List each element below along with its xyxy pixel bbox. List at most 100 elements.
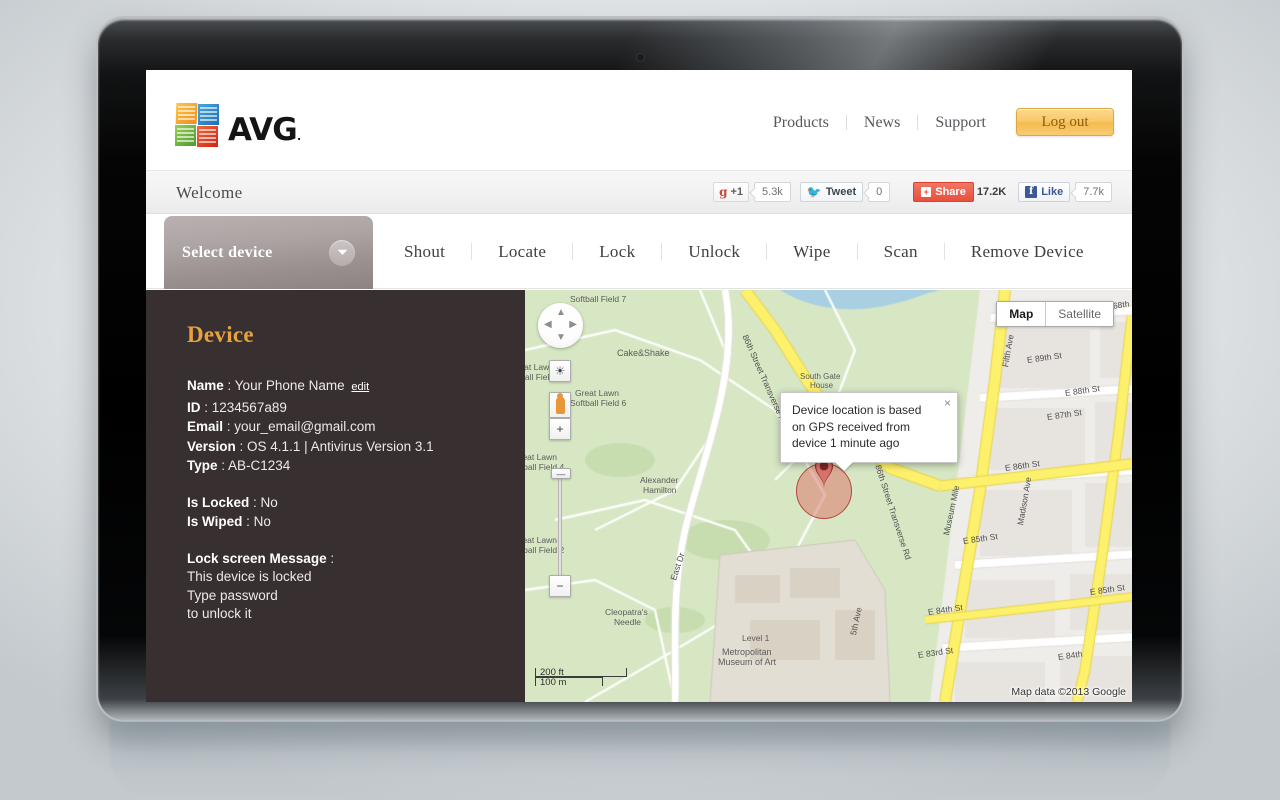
share-count: 17.2K xyxy=(976,186,1007,198)
avg-wordmark: AVG xyxy=(228,112,298,148)
tab-shout[interactable]: Shout xyxy=(378,242,473,260)
device-field-name: Name : Your Phone Name edit xyxy=(187,378,370,393)
tab-scan[interactable]: Scan xyxy=(858,242,945,260)
map-zoom-control[interactable]: ☀ + — − xyxy=(549,360,571,597)
select-device-dropdown[interactable]: Select device xyxy=(164,216,373,289)
generic-share[interactable]: + Share 17.2K xyxy=(913,182,1009,202)
lock-message-line-3: to unlock it xyxy=(187,606,252,621)
welcome-title: Welcome xyxy=(176,183,243,202)
logo-quadrant-orange xyxy=(175,103,198,124)
google-plus-share[interactable]: g +1 5.3k xyxy=(713,182,791,202)
map-info-window: × Device location is based on GPS receiv… xyxy=(780,392,958,463)
device-field-email-label: Email xyxy=(187,419,224,434)
device-status-is-wiped: Is Wiped : No xyxy=(187,514,271,529)
share-plus-icon: + xyxy=(921,187,932,197)
browser-viewport: AVG. Products News Support Log out Welco… xyxy=(146,70,1132,702)
content-area: Device Name : Your Phone Name edit ID : … xyxy=(146,290,1132,702)
site-header: AVG. Products News Support Log out xyxy=(146,70,1132,170)
avg-logo[interactable]: AVG. xyxy=(175,103,301,149)
tab-wipe[interactable]: Wipe xyxy=(767,242,858,260)
lock-message-line-1: This device is locked xyxy=(187,569,312,584)
close-icon[interactable]: × xyxy=(944,397,951,409)
is-wiped-label: Is Wiped xyxy=(187,514,243,529)
tab-unlock[interactable]: Unlock xyxy=(662,242,768,260)
is-locked-label: Is Locked xyxy=(187,494,250,510)
select-device-label: Select device xyxy=(182,243,273,261)
zoom-slider-thumb[interactable]: — xyxy=(551,468,571,479)
google-plus-icon: g xyxy=(719,184,728,199)
logo-quadrant-blue xyxy=(198,104,219,125)
nav-link-products[interactable]: Products xyxy=(756,114,847,130)
tweet-button[interactable]: 🐦 Tweet xyxy=(799,182,864,202)
location-map[interactable]: Softball Field 7Cake&ShakeGreat LawnSoft… xyxy=(525,290,1132,702)
scale-meters-bar: 100 m xyxy=(535,677,604,688)
map-attribution: Map data ©2013 Google xyxy=(1011,686,1126,698)
avg-logo-text: AVG. xyxy=(228,112,301,149)
scale-meters-label: 100 m xyxy=(540,677,567,688)
lock-screen-message-heading: Lock screen Message : xyxy=(187,550,335,566)
tab-remove-device[interactable]: Remove Device xyxy=(945,243,1110,260)
chevron-down-icon[interactable] xyxy=(329,239,355,266)
zoom-slider-track[interactable]: — xyxy=(551,468,571,575)
google-plus-button[interactable]: g +1 xyxy=(713,182,750,202)
map-pan-control[interactable]: ▲ ▼ ◀ ▶ xyxy=(538,303,583,348)
map-type-map-button[interactable]: Map xyxy=(997,302,1047,326)
pan-down-icon[interactable]: ▼ xyxy=(556,333,566,343)
device-field-id-value: 1234567a89 xyxy=(211,399,287,415)
lock-message-line-2: Type password xyxy=(187,587,278,603)
tablet-device: AVG. Products News Support Log out Welco… xyxy=(98,18,1182,720)
logo-quadrant-green xyxy=(175,125,196,146)
share-label: Share xyxy=(935,185,966,198)
social-share-bar: g +1 5.3k 🐦 Tweet 0 + Share 17.2K f Like… xyxy=(713,182,1112,202)
facebook-share[interactable]: f Like 7.7k xyxy=(1018,182,1112,202)
logout-button[interactable]: Log out xyxy=(1016,108,1114,136)
device-field-version-value: OS 4.1.1 | Antivirus Version 3.1 xyxy=(247,438,434,454)
share-button[interactable]: + Share xyxy=(913,182,974,202)
device-field-email: Email : your_email@gmail.com xyxy=(187,419,376,434)
twitter-share[interactable]: 🐦 Tweet 0 xyxy=(799,182,891,202)
tab-locate[interactable]: Locate xyxy=(472,242,574,260)
device-field-type: Type : AB-C1234 xyxy=(187,458,291,473)
zoom-in-button[interactable]: + xyxy=(549,418,571,440)
device-field-version-label: Version xyxy=(187,438,236,454)
device-field-name-value: Your Phone Name xyxy=(234,378,345,393)
pan-right-icon[interactable]: ▶ xyxy=(569,320,577,330)
top-navigation: Products News Support Log out xyxy=(756,108,1114,136)
welcome-bar: Welcome g +1 5.3k 🐦 Tweet 0 + Share 17.2… xyxy=(146,170,1132,214)
nav-link-news[interactable]: News xyxy=(847,114,919,130)
facebook-icon: f xyxy=(1025,186,1038,198)
device-info-panel: Device Name : Your Phone Name edit ID : … xyxy=(146,290,525,702)
pan-up-icon[interactable]: ▲ xyxy=(556,308,566,318)
tweet-label: Tweet xyxy=(825,185,857,198)
street-view-toggle-icon[interactable]: ☀ xyxy=(549,360,571,382)
google-plus-label: +1 xyxy=(730,185,744,198)
pan-left-icon[interactable]: ◀ xyxy=(544,320,552,330)
map-scale-bar: 200 ft 100 m xyxy=(535,667,627,688)
front-camera xyxy=(636,54,644,61)
device-field-type-label: Type xyxy=(187,458,218,473)
pegman-icon[interactable] xyxy=(549,392,571,418)
info-window-text: Device location is based on GPS received… xyxy=(792,403,922,450)
is-wiped-value: No xyxy=(253,514,271,529)
twitter-bird-icon: 🐦 xyxy=(806,184,822,199)
avg-logo-icon xyxy=(175,103,221,149)
device-field-id-label: ID xyxy=(187,399,201,415)
edit-device-name-link[interactable]: edit xyxy=(351,381,369,393)
device-field-list: Name : Your Phone Name edit ID : 1234567… xyxy=(187,376,525,475)
nav-link-support[interactable]: Support xyxy=(918,114,1003,130)
tweet-count: 0 xyxy=(868,182,891,202)
device-field-type-value: AB-C1234 xyxy=(228,458,291,473)
device-field-email-value: your_email@gmail.com xyxy=(234,419,376,434)
map-type-control[interactable]: Map Satellite xyxy=(996,301,1114,327)
facebook-like-label: Like xyxy=(1041,185,1064,198)
tab-lock[interactable]: Lock xyxy=(573,242,663,260)
tab-list: Shout Locate Lock Unlock Wipe Scan Remov… xyxy=(378,214,1132,288)
scale-feet-bar: 200 ft xyxy=(535,667,627,678)
zoom-out-button[interactable]: − xyxy=(549,575,571,597)
logo-quadrant-red xyxy=(197,126,218,147)
map-type-satellite-button[interactable]: Satellite xyxy=(1046,302,1113,326)
tablet-reflection xyxy=(110,722,1170,796)
facebook-like-button[interactable]: f Like xyxy=(1018,182,1071,202)
